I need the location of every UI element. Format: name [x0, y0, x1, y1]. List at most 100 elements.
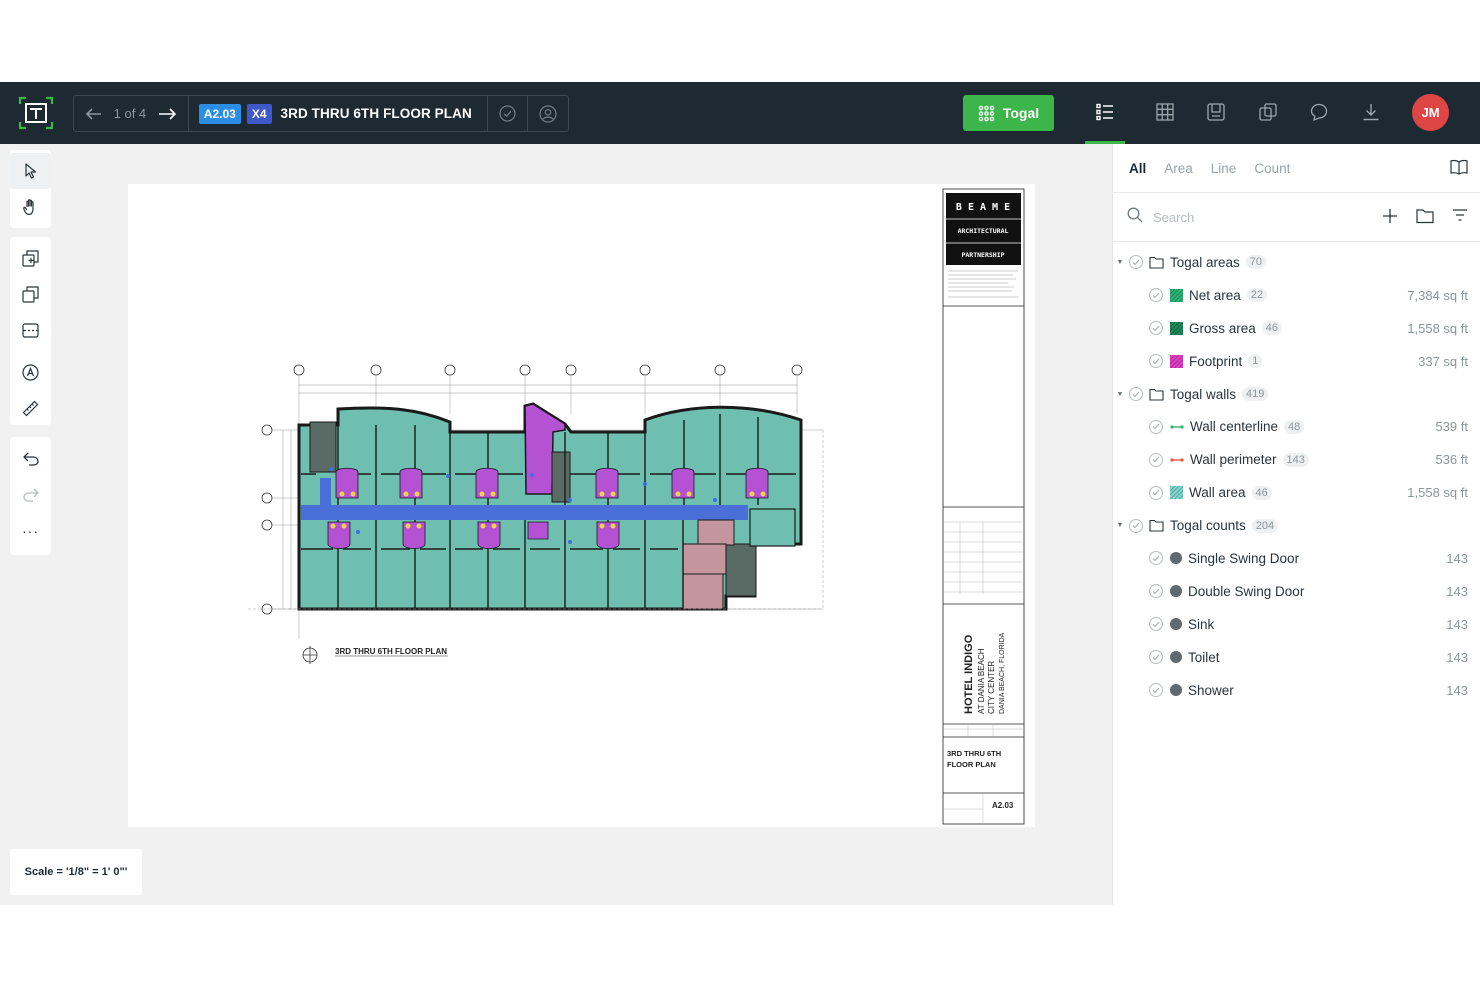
group-row[interactable]: ▼ Togal counts 204 — [1113, 509, 1480, 542]
group-label: Togal areas — [1170, 254, 1240, 270]
download-icon[interactable] — [1359, 100, 1383, 124]
search-bar — [1113, 193, 1480, 242]
takeoff-item-row[interactable]: Double Swing Door 143 — [1113, 575, 1480, 608]
item-count-badge: 143 — [1282, 452, 1309, 467]
measurement-tools — [10, 237, 51, 425]
undo-icon — [22, 452, 39, 466]
group-label: Togal walls — [1170, 386, 1237, 402]
check-circle-icon[interactable] — [1149, 617, 1163, 632]
tab-all[interactable]: All — [1129, 161, 1146, 176]
annotation-tool[interactable] — [10, 354, 51, 390]
check-circle-icon[interactable] — [1149, 683, 1163, 698]
compare-sheets-icon[interactable] — [1256, 100, 1280, 124]
notes-icon[interactable] — [1204, 100, 1228, 124]
takeoff-item-row[interactable]: Wall centerline 48 539 ft — [1113, 410, 1480, 443]
check-circle-icon[interactable] — [1129, 387, 1143, 401]
hand-icon — [22, 199, 34, 216]
search-actions — [1382, 208, 1468, 229]
area-swatch-icon — [1170, 486, 1183, 500]
copy-area-tool[interactable] — [10, 276, 51, 312]
check-circle-icon[interactable] — [1149, 419, 1163, 434]
takeoff-item-row[interactable]: Footprint 1 337 sq ft — [1113, 345, 1480, 378]
sheet-code-badge: A2.03 — [198, 103, 241, 124]
add-area-icon — [22, 249, 39, 267]
scale-indicator[interactable]: Scale = '1/8" = 1' 0"' — [10, 849, 142, 895]
undo-button[interactable] — [10, 441, 51, 477]
add-icon[interactable] — [1382, 208, 1398, 229]
sheet-navigator: 1 of 4 A2.03 X4 3RD THRU 6TH FLOOR PLAN — [73, 95, 569, 132]
takeoff-item-row[interactable]: Shower 143 — [1113, 674, 1480, 707]
cutout-tool[interactable] — [10, 312, 51, 348]
user-avatar[interactable]: JM — [1412, 94, 1449, 131]
item-quantity: 539 ft — [1435, 419, 1468, 435]
takeoff-item-row[interactable]: Single Swing Door 143 — [1113, 542, 1480, 575]
takeoff-item-row[interactable]: Gross area 46 1,558 sq ft — [1113, 312, 1480, 345]
history-tools: ··· — [10, 437, 51, 555]
takeoff-item-row[interactable]: Sink 143 — [1113, 608, 1480, 641]
annotation-icon — [22, 363, 39, 381]
item-label: Wall area — [1189, 485, 1246, 501]
redo-button[interactable] — [10, 477, 51, 513]
pan-tool[interactable] — [10, 189, 51, 225]
togal-logo-icon[interactable] — [18, 96, 54, 130]
check-circle-icon[interactable] — [1149, 485, 1163, 500]
table-view-icon[interactable] — [1153, 100, 1177, 124]
comments-icon[interactable] — [1307, 100, 1331, 124]
item-label: Sink — [1188, 616, 1215, 632]
takeoff-item-row[interactable]: Wall perimeter 143 536 ft — [1113, 443, 1480, 476]
next-sheet-arrow-icon[interactable] — [158, 107, 176, 120]
item-count-badge: 46 — [1261, 321, 1283, 336]
item-quantity: 143 — [1446, 550, 1468, 566]
check-circle-icon[interactable] — [1129, 518, 1143, 533]
measure-tool[interactable] — [10, 390, 51, 426]
check-circle-icon[interactable] — [1149, 551, 1163, 566]
item-count-badge: 22 — [1246, 288, 1268, 303]
check-circle-icon[interactable] — [1149, 584, 1163, 599]
collapse-caret-icon[interactable]: ▼ — [1116, 259, 1124, 266]
item-quantity: 337 sq ft — [1418, 353, 1468, 369]
prev-sheet-arrow-icon[interactable] — [86, 107, 102, 120]
check-circle-icon[interactable] — [1129, 255, 1143, 270]
group-row[interactable]: ▼ Togal areas 70 — [1113, 246, 1480, 279]
group-count-badge: 419 — [1242, 387, 1269, 401]
check-circle-icon[interactable] — [1149, 354, 1163, 369]
item-label: Footprint — [1189, 353, 1243, 369]
takeoff-item-row[interactable]: Wall area 46 1,558 sq ft — [1113, 476, 1480, 509]
takeoff-item-row[interactable]: Net area 22 7,384 sq ft — [1113, 279, 1480, 312]
user-circle-icon — [539, 104, 557, 123]
check-circle-icon[interactable] — [1149, 321, 1163, 336]
north-arrow-icon — [302, 646, 318, 664]
search-input[interactable] — [1153, 209, 1333, 225]
assign-user-button[interactable] — [528, 96, 568, 131]
select-tool[interactable] — [10, 153, 51, 189]
navigation-tools — [10, 150, 51, 228]
folder-icon — [1149, 388, 1164, 401]
check-circle-icon[interactable] — [1149, 650, 1163, 665]
more-dots-icon: ··· — [22, 523, 39, 539]
book-icon[interactable] — [1450, 159, 1468, 180]
tab-area[interactable]: Area — [1164, 161, 1193, 176]
new-folder-icon[interactable] — [1416, 208, 1434, 229]
more-tools-button[interactable]: ··· — [10, 513, 51, 549]
takeoff-item-row[interactable]: Toilet 143 — [1113, 641, 1480, 674]
group-row[interactable]: ▼ Togal walls 419 — [1113, 378, 1480, 411]
project-name: HOTEL INDIGO — [963, 634, 975, 714]
check-circle-icon[interactable] — [1149, 288, 1163, 303]
collapse-caret-icon[interactable]: ▼ — [1116, 522, 1124, 529]
filter-icon[interactable] — [1452, 208, 1468, 229]
area-tool[interactable] — [10, 240, 51, 276]
item-label: Wall perimeter — [1190, 452, 1277, 468]
check-circle-icon[interactable] — [1149, 452, 1163, 467]
app-window: 1 of 4 A2.03 X4 3RD THRU 6TH FLOOR PLAN — [0, 82, 1480, 905]
tab-line[interactable]: Line — [1211, 161, 1237, 176]
folder-icon — [1149, 256, 1164, 269]
folder-icon — [1149, 519, 1164, 532]
item-label: Single Swing Door — [1188, 550, 1300, 566]
mark-complete-button[interactable] — [488, 96, 529, 131]
tab-count[interactable]: Count — [1254, 161, 1290, 176]
collapse-caret-icon[interactable]: ▼ — [1116, 391, 1124, 398]
list-view-icon[interactable] — [1093, 100, 1117, 124]
drawing-sheet[interactable]: 3RD THRU 6TH FLOOR PLAN B E A M E ARCHIT… — [128, 184, 1035, 827]
togal-run-button[interactable]: Togal — [963, 95, 1054, 131]
sheet-selector[interactable]: A2.03 X4 3RD THRU 6TH FLOOR PLAN — [189, 96, 489, 131]
